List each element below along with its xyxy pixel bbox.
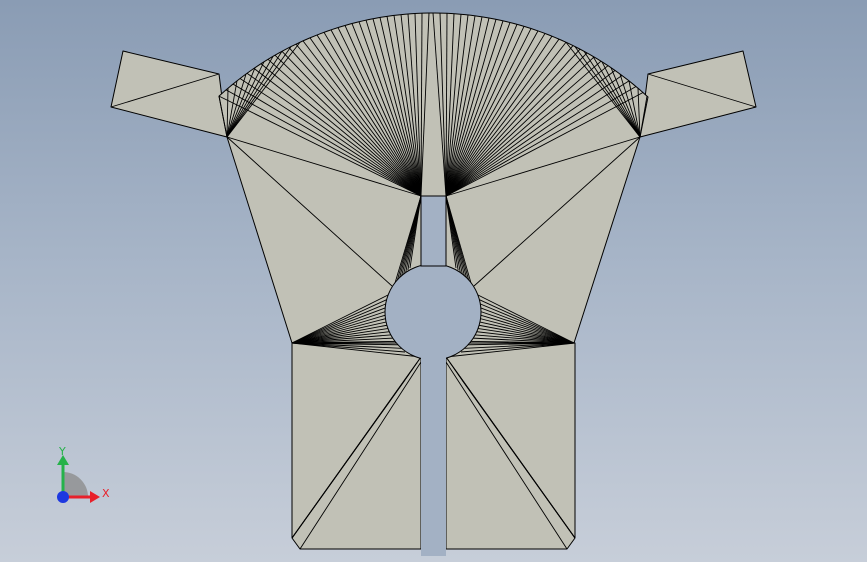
z-axis-dot (57, 491, 69, 503)
x-axis-arrowhead (90, 491, 100, 503)
graphics-viewport[interactable]: Y X (0, 0, 867, 562)
coordinate-triad: Y X (57, 445, 110, 503)
x-axis-label: X (102, 487, 110, 500)
y-axis-label: Y (58, 445, 66, 458)
